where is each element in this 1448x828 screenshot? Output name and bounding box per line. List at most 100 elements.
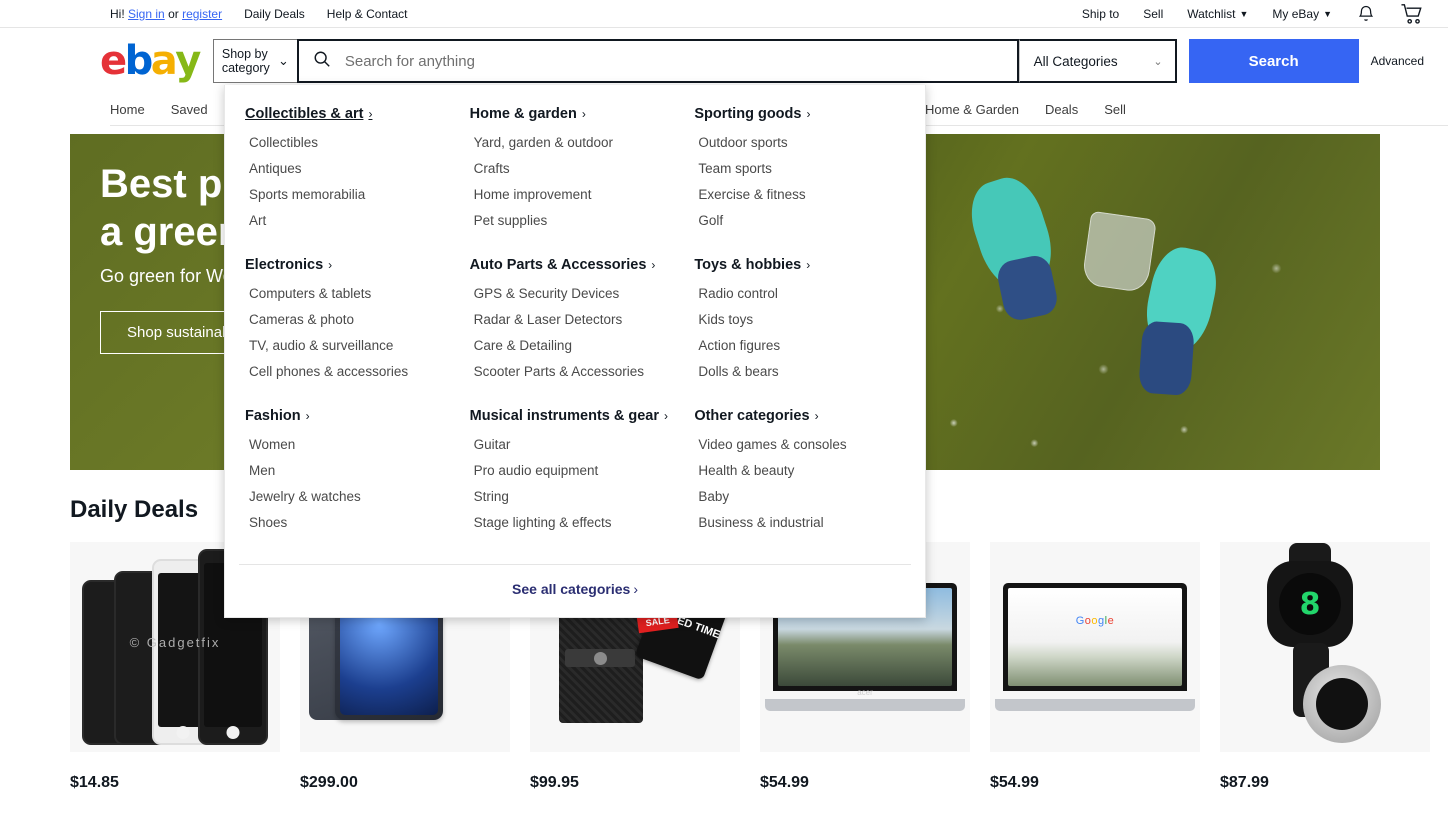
dropdown-heading-musical-instruments-gear[interactable]: Musical instruments & gear › — [470, 408, 668, 424]
shop-by-category-button[interactable]: Shop by category ⌄ — [212, 39, 297, 83]
dropdown-item-video-games-consoles[interactable]: Video games & consoles — [694, 437, 907, 452]
heading-label: Other categories — [694, 408, 810, 424]
hero-person-two — [1139, 242, 1224, 358]
watch-face: 8 — [1279, 573, 1341, 635]
watchlist-menu[interactable]: Watchlist ▼ — [1187, 7, 1248, 21]
watch-second-unit — [1303, 665, 1381, 743]
dropdown-item-baby[interactable]: Baby — [694, 489, 907, 504]
dropdown-group-musical-instruments-gear: Musical instruments & gear › Guitar Pro … — [470, 407, 683, 530]
dropdown-group-toys-hobbies: Toys & hobbies › Radio control Kids toys… — [694, 256, 907, 379]
sign-in-link[interactable]: Sign in — [128, 7, 165, 21]
dropdown-item-crafts[interactable]: Crafts — [470, 161, 683, 176]
dropdown-item-pet-supplies[interactable]: Pet supplies — [470, 213, 683, 228]
dropdown-item-radio-control[interactable]: Radio control — [694, 286, 907, 301]
deal-card[interactable]: 8 $87.99 — [1220, 542, 1430, 792]
deal-image-smartwatch[interactable]: 8 — [1220, 542, 1430, 752]
dropdown-group-auto-parts-accessories: Auto Parts & Accessories › GPS & Securit… — [470, 256, 683, 379]
nav-item-sell[interactable]: Sell — [1104, 102, 1126, 117]
dropdown-column-3: Sporting goods › Outdoor sports Team spo… — [688, 105, 913, 558]
deal-price: $14.85 — [70, 774, 119, 791]
ebay-logo[interactable]: ebay — [100, 38, 201, 84]
dropdown-item-cameras-photo[interactable]: Cameras & photo — [245, 312, 458, 327]
shop-by-category-dropdown: Collectibles & art › Collectibles Antiqu… — [224, 85, 926, 618]
dropdown-heading-collectibles-and-art[interactable]: Collectibles & art › — [245, 106, 372, 122]
heading-label: Sporting goods — [694, 106, 802, 122]
dropdown-item-shoes[interactable]: Shoes — [245, 515, 458, 530]
dropdown-item-care-detailing[interactable]: Care & Detailing — [470, 338, 683, 353]
dropdown-item-computers-tablets[interactable]: Computers & tablets — [245, 286, 458, 301]
dropdown-item-women[interactable]: Women — [245, 437, 458, 452]
dropdown-heading-other-categories[interactable]: Other categories › — [694, 408, 818, 424]
nav-item-home[interactable]: Home — [110, 102, 145, 117]
dropdown-heading-toys-hobbies[interactable]: Toys & hobbies › — [694, 257, 810, 273]
daily-deals-link[interactable]: Daily Deals — [244, 7, 305, 21]
dropdown-item-dolls-bears[interactable]: Dolls & bears — [694, 364, 907, 379]
dropdown-item-action-figures[interactable]: Action figures — [694, 338, 907, 353]
chevron-right-icon: › — [328, 258, 333, 272]
dropdown-item-exercise-fitness[interactable]: Exercise & fitness — [694, 187, 907, 202]
dropdown-group-home-and-garden: Home & garden › Yard, garden & outdoor C… — [470, 105, 683, 228]
dropdown-item-jewelry-watches[interactable]: Jewelry & watches — [245, 489, 458, 504]
dropdown-item-art[interactable]: Art — [245, 213, 458, 228]
topbar-left-links: Hi! Sign in or register Daily Deals Help… — [110, 7, 408, 21]
dropdown-item-kids-toys[interactable]: Kids toys — [694, 312, 907, 327]
deal-card[interactable]: Google $54.99 — [990, 542, 1200, 792]
nav-item-home-garden[interactable]: Home & Garden — [925, 102, 1019, 117]
dropdown-heading-auto-parts-accessories[interactable]: Auto Parts & Accessories › — [470, 257, 656, 273]
dropdown-item-business-industrial[interactable]: Business & industrial — [694, 515, 907, 530]
dropdown-item-yard-garden-outdoor[interactable]: Yard, garden & outdoor — [470, 135, 683, 150]
help-contact-link[interactable]: Help & Contact — [327, 7, 408, 21]
register-link[interactable]: register — [182, 7, 222, 21]
chevron-down-icon: ▼ — [1323, 8, 1332, 19]
logo-letter-y: y — [175, 38, 201, 84]
dropdown-heading-electronics[interactable]: Electronics › — [245, 257, 332, 273]
greeting-prefix: Hi! — [110, 6, 125, 21]
watch-body: 8 — [1267, 561, 1353, 647]
dropdown-item-golf[interactable]: Golf — [694, 213, 907, 228]
cart-icon[interactable] — [1400, 3, 1424, 25]
dropdown-item-cell-phones-accessories[interactable]: Cell phones & accessories — [245, 364, 458, 379]
search-button[interactable]: Search — [1188, 39, 1359, 83]
chevron-right-icon: › — [664, 409, 669, 423]
my-ebay-label: My eBay — [1272, 6, 1320, 21]
dropdown-item-health-beauty[interactable]: Health & beauty — [694, 463, 907, 478]
chevron-right-icon: › — [814, 409, 819, 423]
dropdown-heading-home-and-garden[interactable]: Home & garden › — [470, 106, 586, 122]
dropdown-heading-fashion[interactable]: Fashion › — [245, 408, 310, 424]
dropdown-item-tv-audio-surveillance[interactable]: TV, audio & surveillance — [245, 338, 458, 353]
bell-icon[interactable] — [1356, 4, 1376, 24]
dell-logo-icon — [565, 649, 635, 667]
dropdown-item-collectibles[interactable]: Collectibles — [245, 135, 458, 150]
dropdown-item-string[interactable]: String — [470, 489, 683, 504]
acer-brand-label: acer — [857, 688, 873, 697]
search-input[interactable] — [342, 41, 1017, 81]
ship-to-link[interactable]: Ship to — [1082, 7, 1119, 21]
dropdown-item-sports-memorabilia[interactable]: Sports memorabilia — [245, 187, 458, 202]
see-all-categories-link[interactable]: See all categories › — [512, 581, 638, 597]
nav-item-saved[interactable]: Saved — [171, 102, 208, 117]
heading-label: Toys & hobbies — [694, 257, 802, 273]
hero-person-one — [960, 169, 1063, 298]
dropdown-item-stage-lighting-effects[interactable]: Stage lighting & effects — [470, 515, 683, 530]
dropdown-item-gps-security-devices[interactable]: GPS & Security Devices — [470, 286, 683, 301]
nav-item-deals[interactable]: Deals — [1045, 102, 1078, 117]
chevron-right-icon: › — [651, 258, 656, 272]
dropdown-heading-sporting-goods[interactable]: Sporting goods › — [694, 106, 810, 122]
dropdown-item-home-improvement[interactable]: Home improvement — [470, 187, 683, 202]
dropdown-item-guitar[interactable]: Guitar — [470, 437, 683, 452]
chevron-right-icon: › — [806, 107, 811, 121]
chevron-right-icon: › — [806, 258, 811, 272]
search-bar[interactable] — [296, 39, 1019, 83]
dropdown-item-scooter-parts-accessories[interactable]: Scooter Parts & Accessories — [470, 364, 683, 379]
sell-link[interactable]: Sell — [1143, 7, 1163, 21]
dropdown-item-radar-laser-detectors[interactable]: Radar & Laser Detectors — [470, 312, 683, 327]
dropdown-item-pro-audio-equipment[interactable]: Pro audio equipment — [470, 463, 683, 478]
dropdown-item-men[interactable]: Men — [245, 463, 458, 478]
advanced-search-link[interactable]: Advanced — [1371, 54, 1424, 68]
category-select[interactable]: All Categories ⌄ — [1018, 39, 1177, 83]
deal-image-hp-chromebook[interactable]: Google — [990, 542, 1200, 752]
dropdown-item-antiques[interactable]: Antiques — [245, 161, 458, 176]
my-ebay-menu[interactable]: My eBay ▼ — [1272, 7, 1332, 21]
dropdown-item-outdoor-sports[interactable]: Outdoor sports — [694, 135, 907, 150]
dropdown-item-team-sports[interactable]: Team sports — [694, 161, 907, 176]
